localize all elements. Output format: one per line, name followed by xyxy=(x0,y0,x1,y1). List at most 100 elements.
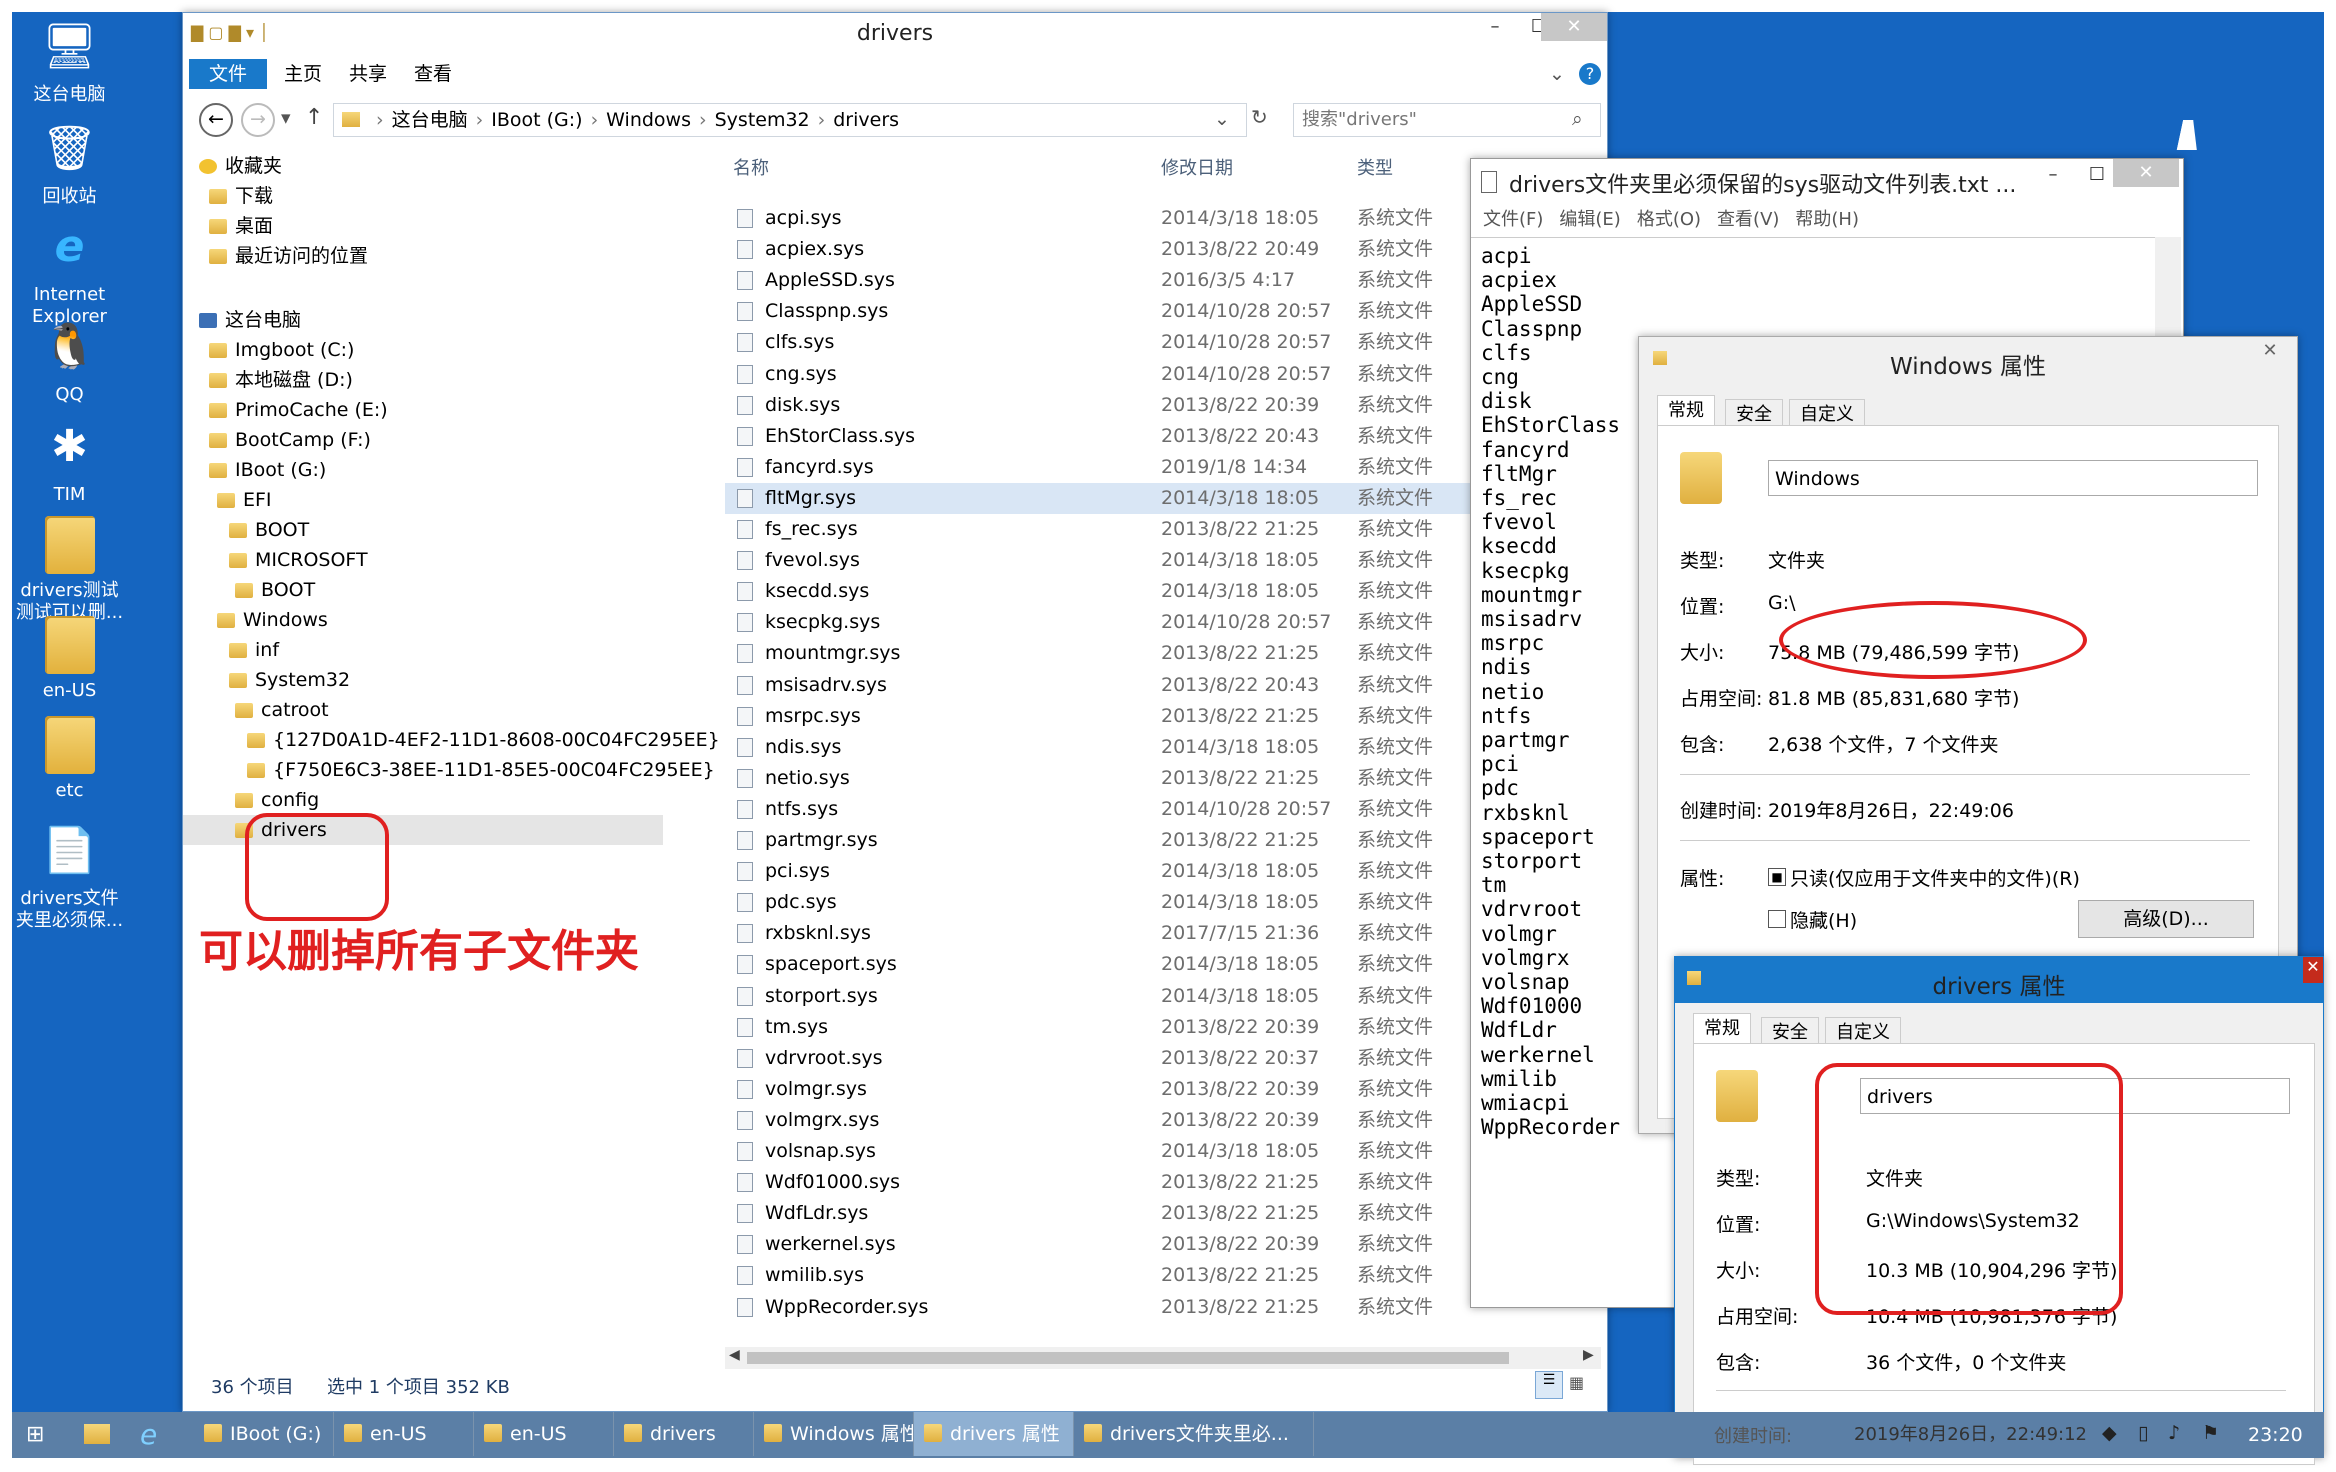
file-row[interactable]: cng.sys 2014/10/28 20:57 系统文件 xyxy=(725,359,1561,390)
nav-item[interactable]: 本地磁盘 (D:) xyxy=(209,365,353,395)
chevron-down-icon[interactable]: ⌄ xyxy=(1549,59,1565,89)
nav-item[interactable]: BootCamp (F:) xyxy=(209,425,371,455)
file-row[interactable]: WppRecorder.sys 2013/8/22 21:25 系统文件 xyxy=(725,1292,1561,1323)
file-row[interactable]: msrpc.sys 2013/8/22 21:25 系统文件 xyxy=(725,701,1561,732)
file-row[interactable]: WdfLdr.sys 2013/8/22 21:25 系统文件 xyxy=(725,1198,1561,1229)
taskbar-item[interactable]: IBoot (G:) xyxy=(194,1412,334,1456)
file-row[interactable]: Wdf01000.sys 2013/8/22 21:25 系统文件 xyxy=(725,1167,1561,1198)
file-row[interactable]: volsnap.sys 2014/3/18 18:05 系统文件 xyxy=(725,1136,1561,1167)
taskbar-item[interactable]: drivers文件夹里必... xyxy=(1074,1412,1314,1456)
breadcrumb-item[interactable]: 这台电脑 xyxy=(392,109,468,131)
notepad-menu-item[interactable]: 文件(F) xyxy=(1483,209,1543,230)
ie-icon[interactable]: e xyxy=(140,1418,157,1451)
chevron-down-icon[interactable]: ⌄ xyxy=(1214,108,1230,130)
file-row[interactable]: vdrvroot.sys 2013/8/22 20:37 系统文件 xyxy=(725,1043,1561,1074)
notepad-menu-item[interactable]: 编辑(E) xyxy=(1559,209,1620,230)
minimize-button[interactable]: – xyxy=(1473,13,1517,41)
desktop-icon[interactable]: etc xyxy=(12,716,127,802)
scroll-right-icon[interactable]: ▶ xyxy=(1583,1347,1594,1363)
desktop-icon[interactable]: drivers测试测试可以删... xyxy=(12,516,127,624)
clock[interactable]: 23:20 xyxy=(2248,1424,2303,1446)
file-row[interactable]: storport.sys 2014/3/18 18:05 系统文件 xyxy=(725,981,1561,1012)
file-row[interactable]: msisadrv.sys 2013/8/22 20:43 系统文件 xyxy=(725,670,1561,701)
details-view-icon[interactable]: ☰ xyxy=(1535,1371,1563,1399)
address-bar[interactable]: › 这台电脑 › IBoot (G:) › Windows › System32 › driver… xyxy=(333,103,1247,137)
refresh-icon[interactable]: ↻ xyxy=(1251,105,1268,129)
desktop-icon[interactable]: 🖥 这台电脑 xyxy=(12,16,127,106)
name-field[interactable]: Windows xyxy=(1768,460,2258,496)
file-row[interactable]: acpiex.sys 2013/8/22 20:49 系统文件 xyxy=(725,234,1561,265)
tray-flag-icon[interactable]: ⚑ xyxy=(2202,1422,2219,1444)
file-row[interactable]: disk.sys 2013/8/22 20:39 系统文件 xyxy=(725,390,1561,421)
hidden-checkbox[interactable] xyxy=(1768,910,1786,928)
breadcrumb-item[interactable]: drivers xyxy=(833,109,899,131)
nav-item[interactable]: 这台电脑 xyxy=(199,305,301,335)
advanced-button[interactable]: 高级(D)... xyxy=(2078,900,2254,938)
up-button[interactable]: ↑ xyxy=(305,105,323,130)
recent-locations-icon[interactable]: ▾ xyxy=(281,107,291,129)
file-row[interactable]: fltMgr.sys 2014/3/18 18:05 系统文件 xyxy=(725,482,1561,514)
file-row[interactable]: volmgr.sys 2013/8/22 20:39 系统文件 xyxy=(725,1074,1561,1105)
file-row[interactable]: acpi.sys 2014/3/18 18:05 系统文件 xyxy=(725,203,1561,234)
notepad-menu-item[interactable]: 帮助(H) xyxy=(1795,209,1859,230)
desktop-icon[interactable]: ✱ TIM xyxy=(12,416,127,506)
desktop-icon[interactable]: en-US xyxy=(12,616,127,702)
nav-item[interactable]: BOOT xyxy=(235,575,315,605)
nav-item[interactable]: MICROSOFT xyxy=(229,545,368,575)
close-button[interactable]: ✕ xyxy=(2113,159,2179,187)
desktop-icon[interactable]: 🗑 回收站 xyxy=(12,118,127,208)
help-icon[interactable]: ? xyxy=(1579,63,1601,85)
nav-item[interactable]: PrimoCache (E:) xyxy=(209,395,388,425)
readonly-checkbox[interactable]: ■ xyxy=(1768,868,1786,886)
nav-item[interactable]: 最近访问的位置 xyxy=(209,241,368,271)
file-row[interactable]: ksecpkg.sys 2014/10/28 20:57 系统文件 xyxy=(725,607,1561,638)
notepad-menu-item[interactable]: 格式(O) xyxy=(1637,209,1701,230)
column-type[interactable]: 类型 xyxy=(1357,149,1393,189)
file-row[interactable]: wmilib.sys 2013/8/22 21:25 系统文件 xyxy=(725,1260,1561,1291)
nav-item[interactable]: IBoot (G:) xyxy=(209,455,326,485)
back-button[interactable]: ← xyxy=(199,103,233,137)
nav-item[interactable]: {127D0A1D-4EF2-11D1-8608-00C04FC295EE} xyxy=(247,725,720,755)
desktop-icon[interactable]: 🐧 QQ xyxy=(12,316,127,406)
nav-item[interactable]: BOOT xyxy=(229,515,309,545)
breadcrumb-item[interactable]: Windows xyxy=(606,109,691,131)
file-explorer-icon[interactable] xyxy=(84,1424,110,1444)
file-row[interactable]: tm.sys 2013/8/22 20:39 系统文件 xyxy=(725,1012,1561,1043)
nav-item[interactable]: 下载 xyxy=(209,181,273,211)
nav-item[interactable]: {F750E6C3-38EE-11D1-85E5-00C04FC295EE} xyxy=(247,755,715,785)
desktop-icon[interactable]: e Internet Explorer xyxy=(12,216,127,328)
file-row[interactable]: ntfs.sys 2014/10/28 20:57 系统文件 xyxy=(725,794,1561,825)
tab-general[interactable]: 常规 xyxy=(1693,1013,1751,1044)
scroll-thumb[interactable] xyxy=(747,1352,1509,1364)
file-row[interactable]: clfs.sys 2014/10/28 20:57 系统文件 xyxy=(725,327,1561,358)
desktop-icon[interactable]: 📄 drivers文件夹里必须保... xyxy=(12,820,127,932)
tiles-view-icon[interactable]: ▦ xyxy=(1569,1373,1584,1392)
search-input[interactable]: 搜索"drivers" ⌕ xyxy=(1293,103,1601,137)
file-row[interactable]: volmgrx.sys 2013/8/22 20:39 系统文件 xyxy=(725,1105,1561,1136)
file-row[interactable]: werkernel.sys 2013/8/22 20:39 系统文件 xyxy=(725,1229,1561,1260)
forward-button[interactable]: → xyxy=(241,103,275,137)
nav-item[interactable]: 桌面 xyxy=(209,211,273,241)
breadcrumb-item[interactable]: System32 xyxy=(715,109,810,131)
file-row[interactable]: pci.sys 2014/3/18 18:05 系统文件 xyxy=(725,856,1561,887)
file-row[interactable]: ksecdd.sys 2014/3/18 18:05 系统文件 xyxy=(725,576,1561,607)
file-row[interactable]: partmgr.sys 2013/8/22 21:25 系统文件 xyxy=(725,825,1561,856)
tab-home[interactable]: 主页 xyxy=(284,59,322,89)
horizontal-scrollbar[interactable]: ◀ ▶ xyxy=(725,1347,1601,1369)
column-name[interactable]: 名称 xyxy=(733,149,769,189)
tray-network-icon[interactable]: ◆ xyxy=(2102,1422,2117,1444)
scroll-left-icon[interactable]: ◀ xyxy=(729,1347,740,1363)
file-row[interactable]: fancyrd.sys 2019/1/8 14:34 系统文件 xyxy=(725,452,1561,483)
nav-item[interactable]: config xyxy=(235,785,319,815)
close-button[interactable]: ✕ xyxy=(1541,13,1607,41)
taskbar-item[interactable]: drivers xyxy=(614,1412,754,1456)
nav-item[interactable]: System32 xyxy=(229,665,350,695)
tab-file[interactable]: 文件 xyxy=(189,59,267,89)
file-row[interactable]: mountmgr.sys 2013/8/22 21:25 系统文件 xyxy=(725,638,1561,669)
file-row[interactable]: fvevol.sys 2014/3/18 18:05 系统文件 xyxy=(725,545,1561,576)
file-row[interactable]: EhStorClass.sys 2013/8/22 20:43 系统文件 xyxy=(725,421,1561,452)
column-date[interactable]: 修改日期 xyxy=(1161,149,1233,189)
file-row[interactable]: spaceport.sys 2014/3/18 18:05 系统文件 xyxy=(725,949,1561,980)
tray-volume-icon[interactable]: ♪ xyxy=(2168,1422,2180,1444)
file-row[interactable]: rxbsknl.sys 2017/7/15 21:36 系统文件 xyxy=(725,918,1561,949)
